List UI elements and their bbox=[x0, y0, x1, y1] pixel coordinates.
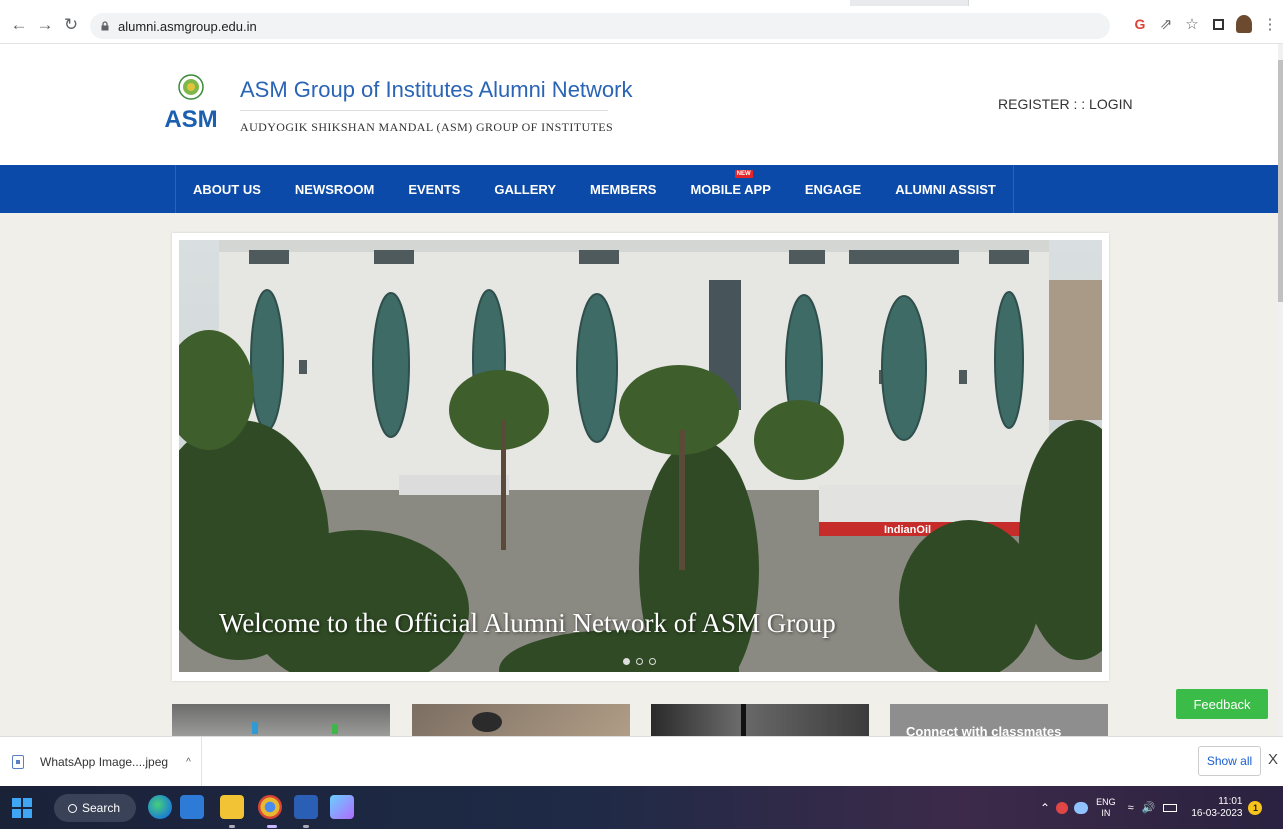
register-link[interactable]: REGISTER bbox=[998, 96, 1070, 112]
nav-label: ALUMNI ASSIST bbox=[895, 181, 996, 197]
nav-label: MOBILE APP bbox=[690, 181, 771, 197]
nav-label: MEMBERS bbox=[590, 181, 657, 197]
bookmark-star-icon[interactable]: ☆ bbox=[1179, 12, 1205, 36]
login-link[interactable]: LOGIN bbox=[1089, 96, 1133, 112]
image-file-icon bbox=[12, 755, 24, 769]
site-subtitle: AUDYOGIK SHIKSHAN MANDAL (ASM) GROUP OF … bbox=[240, 120, 614, 134]
nav-about-us[interactable]: ABOUT US bbox=[175, 165, 278, 213]
search-icon bbox=[68, 803, 77, 813]
carousel-dot-1[interactable] bbox=[623, 658, 630, 665]
reload-icon[interactable]: ↻ bbox=[60, 14, 82, 36]
logo-text: ASM bbox=[164, 106, 217, 133]
system-tray: ⌃ ENG IN ≈ 🔊 11:01 16-03-2023 1 bbox=[1040, 786, 1263, 829]
taskbar-clock[interactable]: 11:01 16-03-2023 bbox=[1191, 796, 1242, 820]
tab-inactive[interactable] bbox=[850, 0, 968, 6]
share-icon[interactable]: ⇗ bbox=[1153, 12, 1179, 36]
auth-separator: : : bbox=[1069, 96, 1090, 112]
show-all-button[interactable]: Show all bbox=[1198, 746, 1261, 776]
clock-time: 11:01 bbox=[1218, 795, 1243, 807]
nav-mobile-app[interactable]: MOBILE APP NEW bbox=[673, 165, 787, 213]
battery-icon[interactable] bbox=[1163, 803, 1178, 812]
wifi-icon[interactable]: ≈ bbox=[1128, 802, 1134, 814]
site-header: ASM ASM Group of Institutes Alumni Netwo… bbox=[0, 44, 1278, 165]
feature-card-text: Connect with classmates bbox=[906, 724, 1062, 736]
download-item[interactable]: WhatsApp Image....jpeg ^ bbox=[0, 737, 202, 787]
feature-card-2[interactable] bbox=[412, 704, 630, 736]
nav-members[interactable]: MEMBERS bbox=[573, 165, 673, 213]
taskbar-search[interactable]: Search bbox=[54, 794, 136, 822]
carousel-dot-2[interactable] bbox=[636, 658, 643, 665]
feature-card-4[interactable]: Connect with classmates bbox=[890, 704, 1108, 736]
browser-toolbar: ← → ↻ alumni.asmgroup.edu.in G ⇗ ☆ ⋮ bbox=[0, 0, 1283, 44]
nav-events[interactable]: EVENTS bbox=[391, 165, 477, 213]
feature-cards: Connect with classmates bbox=[172, 704, 1109, 736]
feature-card-3[interactable] bbox=[651, 704, 869, 736]
menu-kebab-icon[interactable]: ⋮ bbox=[1257, 12, 1283, 36]
taskbar-search-label: Search bbox=[82, 801, 121, 815]
lock-icon bbox=[101, 21, 109, 31]
auth-links: REGISTER : : LOGIN bbox=[998, 96, 1133, 112]
scrollbar-thumb[interactable] bbox=[1278, 60, 1283, 302]
clock-date: 16-03-2023 bbox=[1191, 807, 1243, 819]
windows-start-icon[interactable] bbox=[12, 798, 32, 818]
main-nav: ABOUT US NEWSROOM EVENTS GALLERY MEMBERS… bbox=[0, 165, 1278, 213]
url-text: alumni.asmgroup.edu.in bbox=[118, 18, 257, 34]
edge-icon[interactable] bbox=[148, 795, 172, 819]
forward-arrow-icon[interactable]: → bbox=[34, 14, 56, 36]
new-badge: NEW bbox=[734, 170, 753, 178]
cloud-sync-icon[interactable] bbox=[1074, 801, 1089, 814]
explorer-indicator bbox=[229, 825, 235, 828]
mail-icon[interactable] bbox=[180, 795, 204, 819]
download-bar: WhatsApp Image....jpeg ^ Show all X bbox=[0, 736, 1283, 787]
hero-slide-image[interactable]: IndianOil Welcome to the Official Alumni… bbox=[179, 240, 1102, 672]
google-icon[interactable]: G bbox=[1127, 12, 1153, 36]
chevron-up-icon[interactable]: ^ bbox=[186, 757, 191, 768]
address-bar[interactable]: alumni.asmgroup.edu.in bbox=[90, 13, 1110, 39]
nav-label: ABOUT US bbox=[193, 181, 261, 197]
tab-strip bbox=[0, 0, 1283, 6]
back-arrow-icon[interactable]: ← bbox=[8, 14, 30, 36]
asm-logo[interactable]: ASM bbox=[162, 72, 220, 134]
hero-caption: Welcome to the Official Alumni Network o… bbox=[219, 608, 836, 638]
nav-label: GALLERY bbox=[494, 181, 556, 197]
close-download-bar-icon[interactable]: X bbox=[1268, 751, 1278, 768]
notification-badge[interactable]: 1 bbox=[1248, 800, 1263, 815]
fuel-station-sign: IndianOil bbox=[884, 524, 931, 536]
word-icon[interactable] bbox=[294, 795, 318, 819]
chevron-up-tray-icon[interactable]: ⌃ bbox=[1040, 801, 1050, 815]
file-explorer-icon[interactable] bbox=[220, 795, 244, 819]
nav-gallery[interactable]: GALLERY bbox=[477, 165, 573, 213]
site-title[interactable]: ASM Group of Institutes Alumni Network bbox=[240, 77, 633, 103]
nav-label: ENGAGE bbox=[804, 181, 862, 197]
nav-alumni-assist[interactable]: ALUMNI ASSIST bbox=[878, 165, 1014, 213]
language-code: ENG bbox=[1096, 796, 1116, 807]
chrome-icon[interactable] bbox=[258, 795, 282, 819]
carousel-dot-3[interactable] bbox=[649, 658, 656, 665]
paint-icon[interactable] bbox=[330, 795, 354, 819]
browser-actions: G ⇗ ☆ ⋮ bbox=[1127, 12, 1283, 36]
hero-carousel: IndianOil Welcome to the Official Alumni… bbox=[172, 233, 1109, 681]
word-indicator bbox=[303, 825, 309, 828]
website: ASM ASM Group of Institutes Alumni Netwo… bbox=[0, 44, 1278, 736]
nav-engage[interactable]: ENGAGE bbox=[788, 165, 878, 213]
nav-newsroom[interactable]: NEWSROOM bbox=[278, 165, 391, 213]
language-indicator[interactable]: ENG IN bbox=[1096, 797, 1116, 819]
profile-avatar[interactable] bbox=[1231, 12, 1257, 36]
nav-label: NEWSROOM bbox=[294, 181, 375, 197]
page-scrollbar[interactable] bbox=[1278, 44, 1283, 736]
feedback-button[interactable]: Feedback bbox=[1176, 689, 1268, 719]
chrome-indicator bbox=[267, 825, 277, 828]
nav-label: EVENTS bbox=[408, 181, 461, 197]
volume-icon[interactable]: 🔊 bbox=[1142, 801, 1156, 814]
tab-active[interactable] bbox=[968, 0, 1148, 6]
download-file-name: WhatsApp Image....jpeg bbox=[40, 755, 169, 769]
side-panel-icon[interactable] bbox=[1205, 12, 1231, 36]
security-icon[interactable] bbox=[1056, 801, 1069, 814]
title-divider bbox=[240, 110, 608, 111]
feature-card-1[interactable] bbox=[172, 704, 390, 736]
windows-taskbar: Search ⌃ ENG IN ≈ 🔊 11:01 16-03-2023 1 bbox=[0, 786, 1283, 829]
region-code: IN bbox=[1101, 807, 1111, 818]
carousel-indicators bbox=[623, 658, 656, 665]
